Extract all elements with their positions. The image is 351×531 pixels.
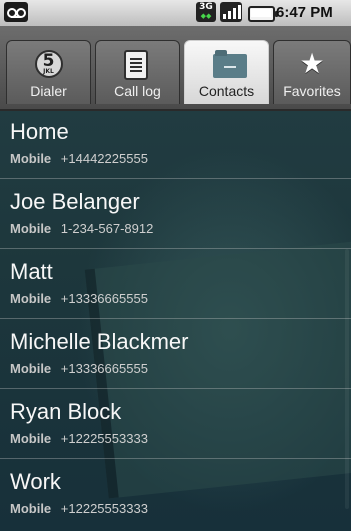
contact-name: Michelle Blackmer [10, 329, 189, 354]
contact-name: Joe Belanger [10, 189, 140, 214]
tab-bar: 5 JKL Dialer Call log Contacts ★ Favorit… [0, 26, 351, 111]
phone-number: +12225553333 [60, 431, 148, 446]
status-bar: 3G ◆◆ 6:47 PM [0, 0, 351, 27]
phone-type: Mobile [10, 501, 52, 516]
phone-type: Mobile [10, 431, 52, 446]
contact-phone: Mobile +12225553333 [10, 431, 148, 446]
contact-row[interactable]: Joe Belanger Mobile 1-234-567-8912 [0, 179, 351, 249]
contact-phone: Mobile +12225553333 [10, 501, 148, 516]
network-label: 3G [199, 2, 213, 12]
phone-number: +13336665555 [60, 291, 148, 306]
tab-contacts[interactable]: Contacts [184, 40, 269, 104]
phone-type: Mobile [10, 291, 52, 306]
contact-phone: Mobile 1-234-567-8912 [10, 221, 153, 236]
contact-row[interactable]: Matt Mobile +13336665555 [0, 249, 351, 319]
call-log-icon [123, 50, 152, 80]
contact-phone: Mobile +13336665555 [10, 361, 148, 376]
contact-name: Matt [10, 259, 53, 284]
dialer-key-letters: JKL [43, 68, 54, 75]
contact-row[interactable]: Ryan Block Mobile +12225553333 [0, 389, 351, 459]
battery-icon [248, 6, 278, 22]
phone-type: Mobile [10, 361, 52, 376]
tab-call-log[interactable]: Call log [95, 40, 180, 104]
contact-phone: Mobile +13336665555 [10, 291, 148, 306]
dialer-icon: 5 JKL [34, 50, 63, 78]
contact-name: Ryan Block [10, 399, 122, 424]
contacts-folder-icon [212, 50, 247, 78]
contact-row[interactable]: Work Mobile +12225553333 [0, 459, 351, 529]
tab-dialer[interactable]: 5 JKL Dialer [6, 40, 91, 104]
contact-row[interactable]: Michelle Blackmer Mobile +13336665555 [0, 319, 351, 389]
contact-name: Work [10, 469, 61, 494]
phone-number: +13336665555 [60, 361, 148, 376]
network-3g-icon: 3G ◆◆ [196, 2, 216, 22]
contact-row[interactable]: Home Mobile +14442225555 [0, 109, 351, 179]
phone-number: +12225553333 [60, 501, 148, 516]
voicemail-icon [4, 2, 28, 22]
tab-dialer-label: Dialer [30, 83, 67, 99]
contact-phone: Mobile +14442225555 [10, 151, 148, 166]
contacts-list[interactable]: Home Mobile +14442225555 Joe Belanger Mo… [0, 109, 351, 531]
dialer-key-badge: 5 JKL [34, 50, 63, 78]
favorites-star-icon: ★ [299, 47, 325, 80]
list-scrollbar[interactable] [345, 249, 349, 509]
status-time: 6:47 PM [276, 4, 333, 21]
phone-number: +14442225555 [60, 151, 148, 166]
phone-type: Mobile [10, 221, 52, 236]
tab-favorites[interactable]: ★ Favorites [273, 40, 351, 104]
phone-number: 1-234-567-8912 [60, 221, 154, 236]
tab-favorites-label: Favorites [283, 83, 341, 99]
tab-call-log-label: Call log [114, 83, 161, 99]
tab-contacts-label: Contacts [198, 83, 255, 99]
phone-type: Mobile [10, 151, 52, 166]
contact-name: Home [10, 119, 69, 144]
signal-strength-icon [220, 2, 242, 22]
